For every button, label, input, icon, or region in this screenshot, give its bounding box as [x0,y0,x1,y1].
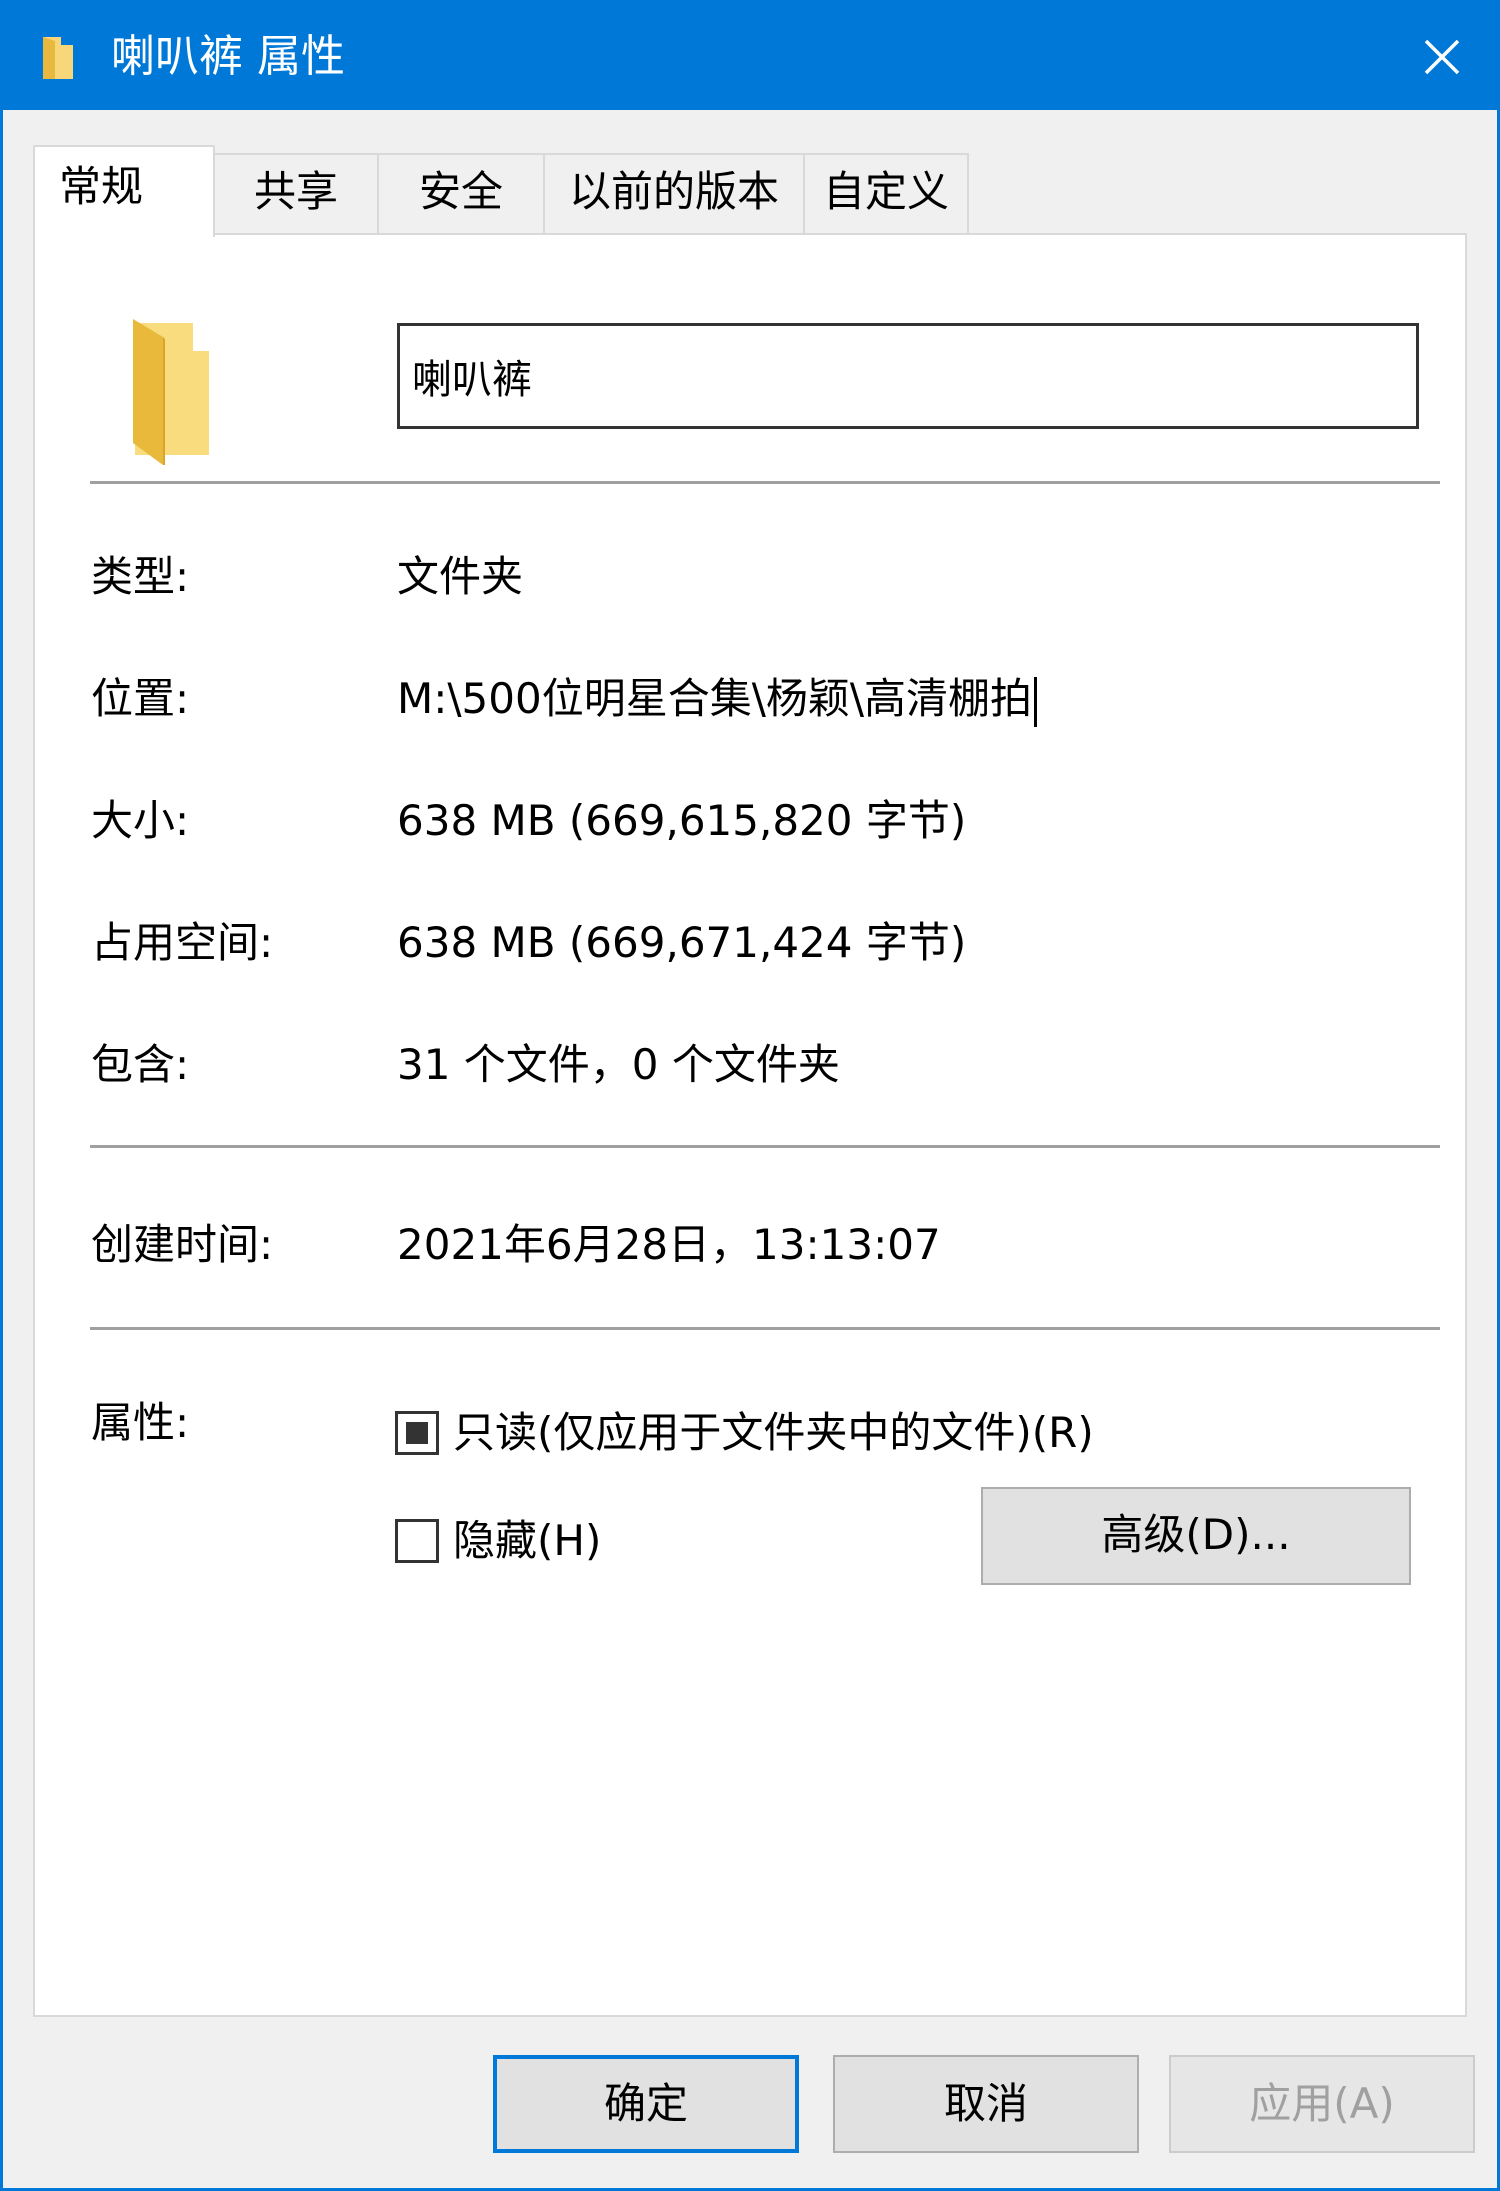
location-value[interactable]: M:\500位明星合集\杨颖\高清棚拍 [397,671,1038,727]
apply-button[interactable]: 应用(A) [1169,2055,1475,2153]
type-label: 类型: [91,552,190,601]
tab-security[interactable]: 安全 [377,153,545,235]
indeterminate-mark [406,1422,428,1444]
divider [90,1327,1440,1330]
title-bar: 喇叭裤 属性 [3,3,1497,110]
hidden-checkbox[interactable] [395,1519,439,1563]
tab-customize[interactable]: 自定义 [803,153,969,235]
text-caret [1034,676,1038,727]
folder-icon [133,319,209,465]
contains-value: 31 个文件，0 个文件夹 [397,1040,840,1089]
location-text: M:\500位明星合集\杨颖\高清棚拍 [397,674,1033,723]
folder-name-input[interactable] [397,323,1419,429]
tab-sharing[interactable]: 共享 [213,153,379,235]
location-label: 位置: [91,674,190,723]
created-value: 2021年6月28日，13:13:07 [397,1220,941,1269]
size-on-disk-label: 占用空间: [91,918,274,967]
contains-label: 包含: [91,1040,190,1089]
folder-icon [43,37,73,79]
cancel-button[interactable]: 取消 [833,2055,1139,2153]
ok-button[interactable]: 确定 [493,2055,799,2153]
size-on-disk-value: 638 MB (669,671,424 字节) [397,918,967,967]
readonly-label[interactable]: 只读(仅应用于文件夹中的文件)(R) [453,1405,1094,1461]
hidden-label[interactable]: 隐藏(H) [453,1513,601,1569]
divider [90,1145,1440,1148]
readonly-checkbox[interactable] [395,1411,439,1455]
type-value: 文件夹 [397,552,524,601]
window-title: 喇叭裤 属性 [111,31,345,82]
tab-general[interactable]: 常规 [33,145,215,237]
divider [90,481,1440,484]
size-value: 638 MB (669,615,820 字节) [397,796,967,845]
advanced-button[interactable]: 高级(D)... [981,1487,1411,1585]
general-tab-panel: 类型: 文件夹 位置: M:\500位明星合集\杨颖\高清棚拍 大小: 638 … [33,233,1467,2017]
properties-dialog: 喇叭裤 属性 常规 共享 安全 以前的版本 自定义 类型: 文件夹 位置: M:… [0,0,1500,2191]
close-button[interactable] [1387,3,1497,110]
created-label: 创建时间: [91,1220,274,1269]
close-icon [1424,39,1460,74]
size-label: 大小: [91,796,190,845]
tab-previous-versions[interactable]: 以前的版本 [543,153,805,235]
attributes-label: 属性: [91,1398,190,1447]
